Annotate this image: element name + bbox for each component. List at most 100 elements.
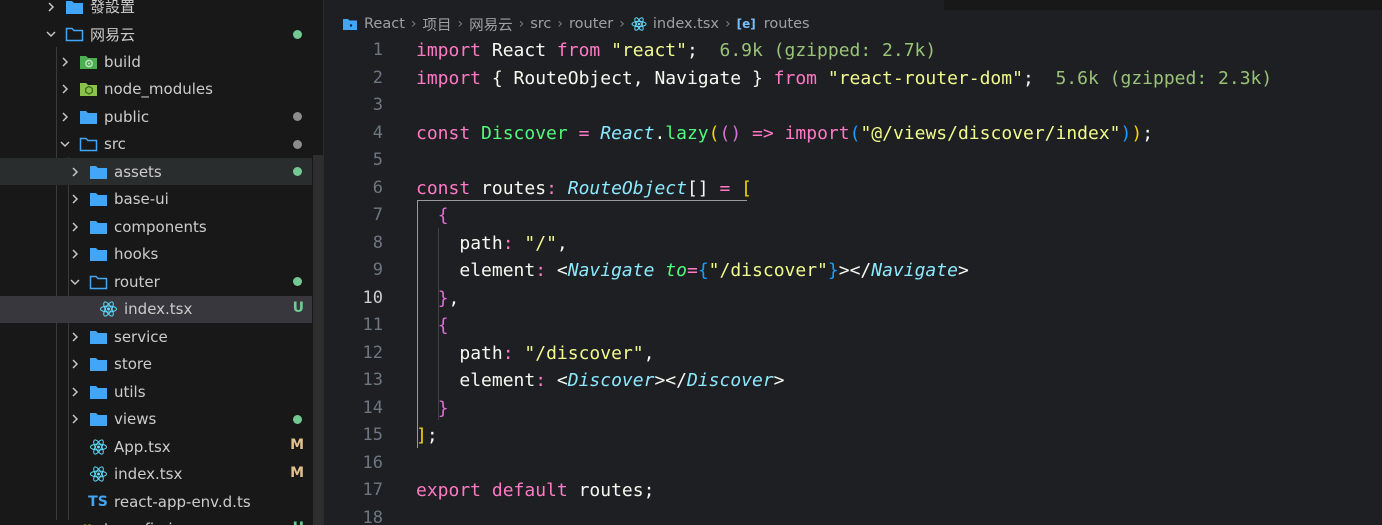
active-tab[interactable] — [324, 0, 944, 10]
code-line[interactable]: export default routes; — [416, 477, 654, 505]
code-token: : — [502, 342, 514, 364]
chevron-right-icon[interactable] — [58, 82, 72, 96]
code-token: , — [448, 287, 460, 309]
chevron-right-icon[interactable] — [68, 357, 82, 371]
tree-item-base-ui[interactable]: base-ui — [0, 186, 312, 213]
chevron-right-icon[interactable] — [68, 330, 82, 344]
code-token: ] — [416, 425, 427, 446]
folder-icon — [88, 383, 108, 401]
code-token: "react" — [611, 40, 687, 61]
code-line[interactable]: import { RouteObject, Navigate } from "r… — [416, 65, 1272, 93]
typescript-file-icon: TS — [88, 493, 108, 511]
code-token: [ — [741, 177, 753, 199]
git-status-badge: U — [292, 299, 304, 316]
breadcrumb-item-router[interactable]: router — [569, 16, 613, 32]
chevron-right-icon[interactable] — [68, 220, 82, 234]
chevron-right-icon[interactable] — [68, 412, 82, 426]
code-token: import — [784, 122, 850, 144]
tree-item-label: components — [114, 217, 207, 236]
code-line[interactable]: { — [416, 202, 449, 230]
code-token: = — [719, 177, 731, 199]
breadcrumb-item-symbol[interactable]: routes — [764, 16, 810, 32]
chevron-right-icon[interactable] — [58, 55, 72, 69]
code-line[interactable]: const Discover = React.lazy(() => import… — [416, 120, 1153, 148]
tree-item-label: service — [114, 327, 168, 346]
chevron-right-icon[interactable] — [68, 165, 82, 179]
code-line[interactable]: const routes: RouteObject[] = [ — [416, 175, 752, 203]
breadcrumb-item-src[interactable]: src — [530, 16, 551, 32]
breadcrumb-item-project[interactable]: 项目 — [423, 14, 452, 35]
tree-item-react-app-env-d-ts[interactable]: TS react-app-env.d.ts — [0, 488, 312, 515]
json-file-icon: {} — [78, 520, 98, 525]
code-token: > — [957, 260, 969, 281]
tree-item-store[interactable]: store — [0, 351, 312, 378]
chevron-down-icon[interactable] — [44, 27, 58, 41]
sidebar-scrollbar[interactable] — [313, 155, 323, 525]
tree-item-build[interactable]: build — [0, 48, 312, 75]
tree-item-assets[interactable]: assets — [0, 158, 312, 185]
code-token: { — [437, 315, 449, 336]
tree-item-public[interactable]: public — [0, 103, 312, 130]
tree-item-tsconfig-json[interactable]: {} tsconfig.json U — [0, 516, 312, 525]
chevron-right-icon[interactable] — [68, 385, 82, 399]
tree-item-index-tsx[interactable]: index.tsx M — [0, 461, 312, 488]
code-line[interactable]: } — [416, 395, 449, 423]
code-token: > — [773, 370, 785, 391]
code-token: ></ — [654, 370, 687, 391]
tree-item-app-tsx[interactable]: App.tsx M — [0, 433, 312, 460]
code-line[interactable]: ]; — [416, 422, 438, 450]
code-token: ; — [686, 40, 698, 61]
code-line[interactable]: element: <Navigate to={"/discover"}></Na… — [416, 257, 969, 285]
git-status-dot — [293, 29, 302, 39]
line-number: 8 — [372, 232, 383, 253]
tree-item-index-tsx[interactable]: index.tsx U — [0, 295, 312, 323]
code-token: { — [481, 67, 514, 89]
tree-item-service[interactable]: service — [0, 323, 312, 350]
folder-icon — [88, 245, 108, 263]
code-token: ></ — [838, 260, 872, 281]
breadcrumb-item-react[interactable]: React — [364, 16, 405, 32]
code-token: default — [491, 480, 568, 501]
code-editor[interactable]: 1 import React from "react"; 6.9k (gzippe… — [324, 36, 1382, 525]
code-token: : — [535, 370, 547, 391]
chevron-right-icon[interactable] — [68, 247, 82, 261]
tree-item-label: react-app-env.d.ts — [114, 492, 251, 511]
tree-item-router[interactable]: router — [0, 268, 312, 295]
chevron-right-icon[interactable] — [58, 110, 72, 124]
breadcrumb-item-netease[interactable]: 网易云 — [469, 14, 513, 35]
tree-item-node-modules[interactable]: node_modules — [0, 76, 312, 103]
chevron-down-icon[interactable] — [68, 275, 82, 289]
tree-item-utils[interactable]: utils — [0, 378, 312, 405]
tree-item-components[interactable]: components — [0, 213, 312, 240]
code-token: < — [546, 260, 568, 281]
code-line[interactable]: import React from "react"; 6.9k (gzipped… — [416, 37, 936, 65]
chevron-down-icon[interactable] — [58, 137, 72, 151]
code-token: Navigate — [654, 67, 742, 89]
chevron-right-icon[interactable] — [68, 192, 82, 206]
code-token: Discover — [567, 370, 655, 391]
explorer-sidebar: 發設置 网易云 build node_modules public src assets ba… — [0, 0, 324, 525]
tree-item-folder[interactable]: 發設置 — [0, 0, 312, 20]
chevron-right-icon[interactable] — [44, 0, 58, 14]
tree-item-folder[interactable]: 网易云 — [0, 21, 312, 48]
breadcrumb-item-file[interactable]: index.tsx — [653, 16, 719, 32]
tree-item-views[interactable]: views — [0, 406, 312, 433]
tree-item-src[interactable]: src — [0, 131, 312, 158]
breadcrumb: React › 项目 › 网易云 › src › router › index.… — [342, 12, 810, 36]
code-token: RouteObject — [513, 67, 633, 89]
code-line[interactable]: element: <Discover></Discover> — [416, 367, 785, 395]
line-number: 12 — [362, 342, 383, 363]
code-line[interactable]: { — [416, 312, 449, 340]
react-file-icon — [88, 465, 108, 483]
tree-item-hooks[interactable]: hooks — [0, 241, 312, 268]
code-indent-guide — [438, 338, 439, 420]
code-token: ) — [1131, 122, 1143, 144]
code-line[interactable]: path: "/discover", — [416, 340, 654, 368]
